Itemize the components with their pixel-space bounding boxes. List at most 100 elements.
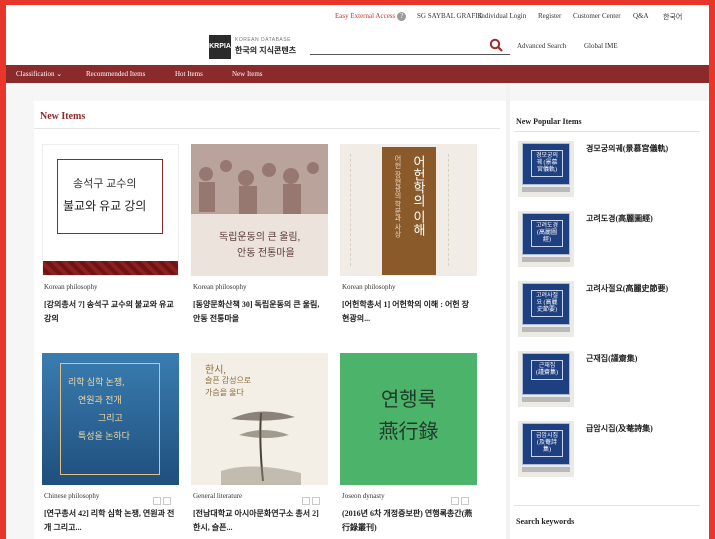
easy-access-label: Easy External Access xyxy=(335,12,396,21)
book-category: Korean philosophy xyxy=(44,283,98,291)
book-title[interactable]: [어헌학총서 1] 어헌학의 이해 : 어헌 장현광의... xyxy=(342,298,475,326)
cover-label: 경모궁의궤 (景慕宮儀軌) xyxy=(531,150,563,177)
language-link[interactable]: 한국어 xyxy=(663,12,682,22)
top-utility-bar: Easy External Access? SG SAYBAL GRAFIK I… xyxy=(6,5,709,27)
share-icon[interactable] xyxy=(312,497,320,505)
card-tool-icons[interactable] xyxy=(300,492,324,505)
book-category: General literature xyxy=(193,492,243,500)
book-title[interactable]: [동양문화산책 30] 독립운동의 큰 울림, 안동 전통마을 xyxy=(193,298,326,326)
cover-title-line: 리학 심학 논쟁, xyxy=(68,377,125,387)
card-tool-icons[interactable] xyxy=(449,492,473,505)
nav-hot-items[interactable]: Hot Items xyxy=(175,70,203,78)
popular-item-thumb[interactable]: 고려도경 (高麗圖經) xyxy=(518,211,574,267)
qa-link[interactable]: Q&A xyxy=(633,12,649,20)
book-card[interactable]: 리학 심학 논쟁, 연원과 전개 그리고 특성을 논하다 Chinese phi… xyxy=(42,353,179,539)
page-background-band xyxy=(6,83,709,101)
popular-item-thumb[interactable]: 급암시집 (及菴詩集) xyxy=(518,421,574,477)
cover-label: 근재집 (謹齋集) xyxy=(531,360,563,380)
cover-pattern xyxy=(43,261,178,275)
book-cover: 근재집 (謹齋集) xyxy=(522,353,570,395)
cover-calligraphy-bg xyxy=(350,154,372,266)
cover-title-line: 특성을 논하다 xyxy=(78,431,130,441)
help-icon[interactable]: ? xyxy=(397,12,407,21)
logo-subtitle: KOREAN DATABASE xyxy=(235,37,291,43)
popular-item-name[interactable]: 급암시집(及菴詩集) xyxy=(586,423,653,434)
advanced-search-link[interactable]: Advanced Search xyxy=(517,42,566,50)
nav-classification[interactable]: Classification ⌄ xyxy=(16,70,62,78)
sidebar-title: New Popular Items xyxy=(516,117,582,126)
book-title[interactable]: [전남대학교 아시아문화연구소 총서 2] 한시, 슬픈... xyxy=(193,507,326,535)
book-category: Chinese philosophy xyxy=(44,492,100,500)
cover-title-line: 송석구 교수의 xyxy=(73,178,137,190)
divider xyxy=(514,131,700,132)
cover-title-line: 불교와 유교 강의 xyxy=(63,199,147,213)
cover-subtitle-vertical: 어헌 장현광의 학문과 사상 xyxy=(394,155,402,238)
cover-strip xyxy=(522,397,570,402)
individual-login-link[interactable]: Individual Login xyxy=(479,12,526,20)
book-cover[interactable]: 한시, 슬픈 감성으로 가슴을 울다 xyxy=(191,353,328,485)
cover-calligraphy-bg xyxy=(448,154,470,266)
book-card[interactable]: 한시, 슬픈 감성으로 가슴을 울다 General literature [전… xyxy=(191,353,328,539)
cover-band: 어헌학의 이해 어헌 장현광의 학문과 사상 xyxy=(382,147,436,275)
cover-title-line: 안동 전통마을 xyxy=(237,248,295,259)
popular-item-name[interactable]: 고려도경(高麗圖經) xyxy=(586,213,653,224)
card-tool-icons[interactable] xyxy=(151,492,175,505)
register-link[interactable]: Register xyxy=(538,12,561,20)
page-frame: Easy External Access? SG SAYBAL GRAFIK I… xyxy=(6,5,709,539)
cover-title-vertical: 어헌학의 이해 xyxy=(411,155,426,237)
cover-strip xyxy=(522,257,570,262)
bookmark-icon[interactable] xyxy=(153,497,161,505)
share-icon[interactable] xyxy=(461,497,469,505)
book-cover[interactable]: 독립운동의 큰 울림, 안동 전통마을 xyxy=(191,144,328,276)
search-keywords-title: Search keywords xyxy=(516,517,575,526)
bookmark-icon[interactable] xyxy=(302,497,310,505)
cover-strip xyxy=(522,327,570,332)
cover-title-line: 연원과 전개 xyxy=(78,395,122,405)
nav-new-items[interactable]: New Items xyxy=(232,70,263,78)
popular-items-sidebar: New Popular Items 경모궁의궤 (景慕宮儀軌) 경모궁의궤(景慕… xyxy=(510,101,709,539)
divider xyxy=(514,505,700,506)
book-cover[interactable]: 송석구 교수의 불교와 유교 강의 xyxy=(42,144,179,276)
popular-item-name[interactable]: 고려사절요(高麗史節要) xyxy=(586,283,668,294)
book-title[interactable]: (2016년 6차 개정증보판) 연행록총간(燕行錄叢刊) xyxy=(342,507,475,535)
popular-item-thumb[interactable]: 고려사절요 (高麗史節要) xyxy=(518,281,574,337)
popular-item-name[interactable]: 근재집(謹齋集) xyxy=(586,353,637,364)
section-title: New Items xyxy=(40,111,86,122)
nav-recommended-items[interactable]: Recommended Items xyxy=(86,70,145,78)
book-card[interactable]: 독립운동의 큰 울림, 안동 전통마을 Korean philosophy [동… xyxy=(191,144,328,341)
book-cover[interactable]: 어헌학의 이해 어헌 장현광의 학문과 사상 xyxy=(340,144,477,276)
cover-strip xyxy=(522,187,570,192)
global-ime-link[interactable]: Global IME xyxy=(584,42,618,50)
cover-pine-illustration xyxy=(221,411,301,485)
user-name: SG SAYBAL GRAFIK xyxy=(417,12,483,20)
cover-label: 고려도경 (高麗圖經) xyxy=(531,220,563,247)
book-title[interactable]: [연구총서 42] 리학 심학 논쟁, 연원과 전개 그리고... xyxy=(44,507,177,535)
book-card[interactable]: 연행록 燕行錄 Joseon dynasty (2016년 6차 개정증보판) … xyxy=(340,353,477,539)
divider xyxy=(34,128,500,129)
book-card[interactable]: 어헌학의 이해 어헌 장현광의 학문과 사상 Korean philosophy… xyxy=(340,144,477,341)
page-background-left xyxy=(6,83,34,539)
cover-title-line: 독립운동의 큰 울림, xyxy=(219,232,301,243)
book-category: Korean philosophy xyxy=(342,283,396,291)
cover-title-line: 그리고 xyxy=(98,413,123,423)
nav-classification-label: Classification xyxy=(16,70,55,78)
share-icon[interactable] xyxy=(163,497,171,505)
popular-item-thumb[interactable]: 근재집 (謹齋集) xyxy=(518,351,574,407)
easy-access-link[interactable]: Easy External Access? xyxy=(335,12,407,21)
bookmark-icon[interactable] xyxy=(451,497,459,505)
search-input[interactable] xyxy=(310,37,510,55)
popular-item-name[interactable]: 경모궁의궤(景慕宮儀軌) xyxy=(586,143,668,154)
search-icon[interactable] xyxy=(489,38,503,52)
popular-item-thumb[interactable]: 경모궁의궤 (景慕宮儀軌) xyxy=(518,141,574,197)
cover-title-line: 연행록 xyxy=(380,387,437,411)
book-cover: 고려도경 (高麗圖經) xyxy=(522,213,570,255)
book-card[interactable]: 송석구 교수의 불교와 유교 강의 Korean philosophy [강의총… xyxy=(42,144,179,341)
book-title[interactable]: [강의총서 7] 송석구 교수의 불교와 유교 강의 xyxy=(44,298,177,326)
book-category: Korean philosophy xyxy=(193,283,247,291)
chevron-down-icon: ⌄ xyxy=(56,70,63,78)
book-cover[interactable]: 리학 심학 논쟁, 연원과 전개 그리고 특성을 논하다 xyxy=(42,353,179,485)
main-nav: Classification ⌄ Recommended Items Hot I… xyxy=(6,65,709,83)
book-cover: 급암시집 (及菴詩集) xyxy=(522,423,570,465)
book-cover[interactable]: 연행록 燕行錄 xyxy=(340,353,477,485)
customer-center-link[interactable]: Customer Center xyxy=(573,12,621,20)
